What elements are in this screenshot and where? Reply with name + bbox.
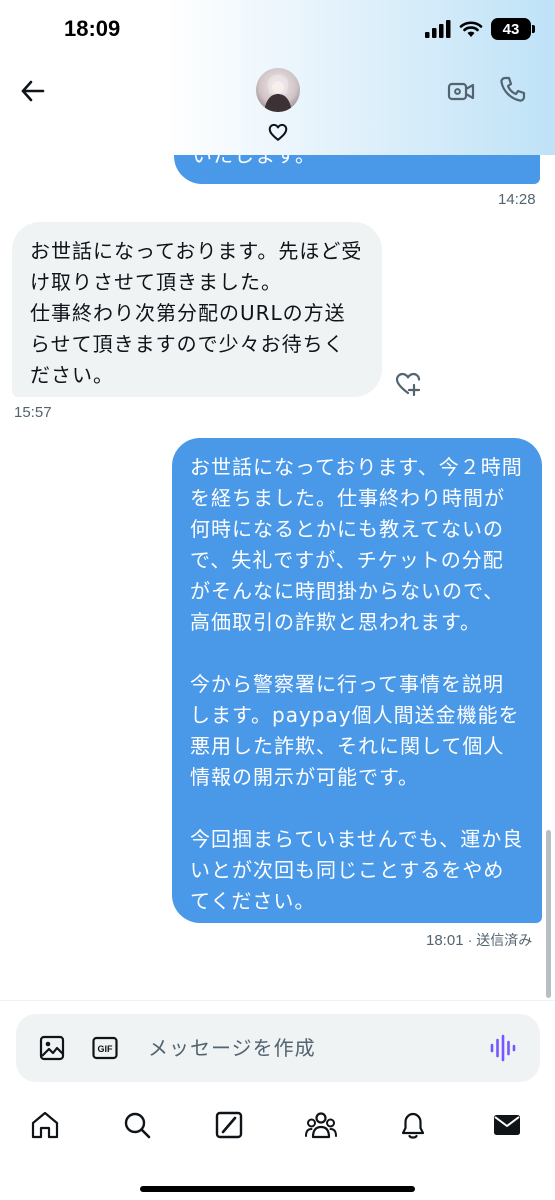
video-call-icon <box>447 82 475 101</box>
message-bubble-incoming[interactable]: お世話になっております。先ほど受け取りさせて頂きました。 仕事終わり次第分配のU… <box>12 222 382 397</box>
status-bar: 18:09 43 <box>0 0 555 60</box>
nav-home[interactable] <box>28 1108 62 1142</box>
gif-label: GIF <box>98 1044 114 1054</box>
message-text: 仕事終わり次第分配のURLの方送らせて頂きますので少々お待ちください。 <box>30 301 346 387</box>
avatar[interactable] <box>256 68 300 112</box>
avatar-image <box>264 74 292 112</box>
message-timestamp-row: 18:01 · 送信済み <box>426 930 532 950</box>
notifications-icon <box>401 1112 425 1139</box>
bottom-navigation <box>0 1096 555 1200</box>
nav-search[interactable] <box>120 1108 154 1142</box>
gif-icon: GIF <box>92 1036 118 1060</box>
voice-message-button[interactable] <box>488 1034 518 1062</box>
message-text: お世話になっております。先ほど受け取りさせて頂きました。 <box>30 239 363 294</box>
heart-plus-icon <box>395 372 421 397</box>
message-paragraph: 今回掴まらていませんでも、運か良いとが次回も同じことするをやめてください。 <box>190 827 524 913</box>
home-indicator[interactable] <box>140 1186 415 1192</box>
message-input[interactable] <box>148 1030 468 1066</box>
nav-notifications[interactable] <box>396 1108 430 1142</box>
message-status: · 送信済み <box>467 932 533 948</box>
heart-badge <box>266 120 290 144</box>
message-timestamp: 14:28 <box>498 191 536 208</box>
wifi-icon <box>459 21 483 37</box>
communities-icon <box>305 1112 337 1139</box>
back-button[interactable] <box>18 76 48 106</box>
scrollbar[interactable] <box>546 830 551 998</box>
home-icon <box>31 1111 59 1139</box>
message-bubble-outgoing[interactable]: お世話になっております、今２時間を経ちました。仕事終わり時間が何時になるとかにも… <box>172 438 542 923</box>
add-reaction-button[interactable] <box>394 370 422 398</box>
messages-icon <box>494 1115 520 1135</box>
arrow-left-icon <box>21 80 45 102</box>
battery-indicator: 43 <box>491 18 535 40</box>
message-timestamp: 18:01 <box>426 932 464 949</box>
phone-call-icon <box>500 76 526 102</box>
status-icons: 43 <box>425 18 535 40</box>
nav-messages[interactable] <box>490 1108 524 1142</box>
voice-wave-icon <box>490 1034 516 1062</box>
search-icon <box>124 1112 151 1139</box>
nav-communities[interactable] <box>304 1108 338 1142</box>
message-paragraph: 今から警察署に行って事情を説明します。paypay個人間送金機能を悪用した詐欺、… <box>190 672 520 789</box>
message-paragraph: お世話になっております、今２時間を経ちました。仕事終わり時間が何時になるとかにも… <box>190 455 523 634</box>
add-image-button[interactable] <box>38 1034 66 1062</box>
add-gif-button[interactable]: GIF <box>92 1036 118 1060</box>
nav-grok[interactable] <box>212 1108 246 1142</box>
status-time: 18:09 <box>64 16 121 41</box>
image-icon <box>39 1035 65 1061</box>
message-timestamp: 15:57 <box>14 404 52 421</box>
message-composer: GIF <box>16 1014 540 1082</box>
divider <box>0 1000 555 1001</box>
video-call-button[interactable] <box>446 76 476 106</box>
grok-icon <box>215 1111 243 1139</box>
heart-icon <box>268 123 288 141</box>
signal-bars-icon <box>425 20 451 38</box>
phone-call-button[interactable] <box>498 74 528 104</box>
